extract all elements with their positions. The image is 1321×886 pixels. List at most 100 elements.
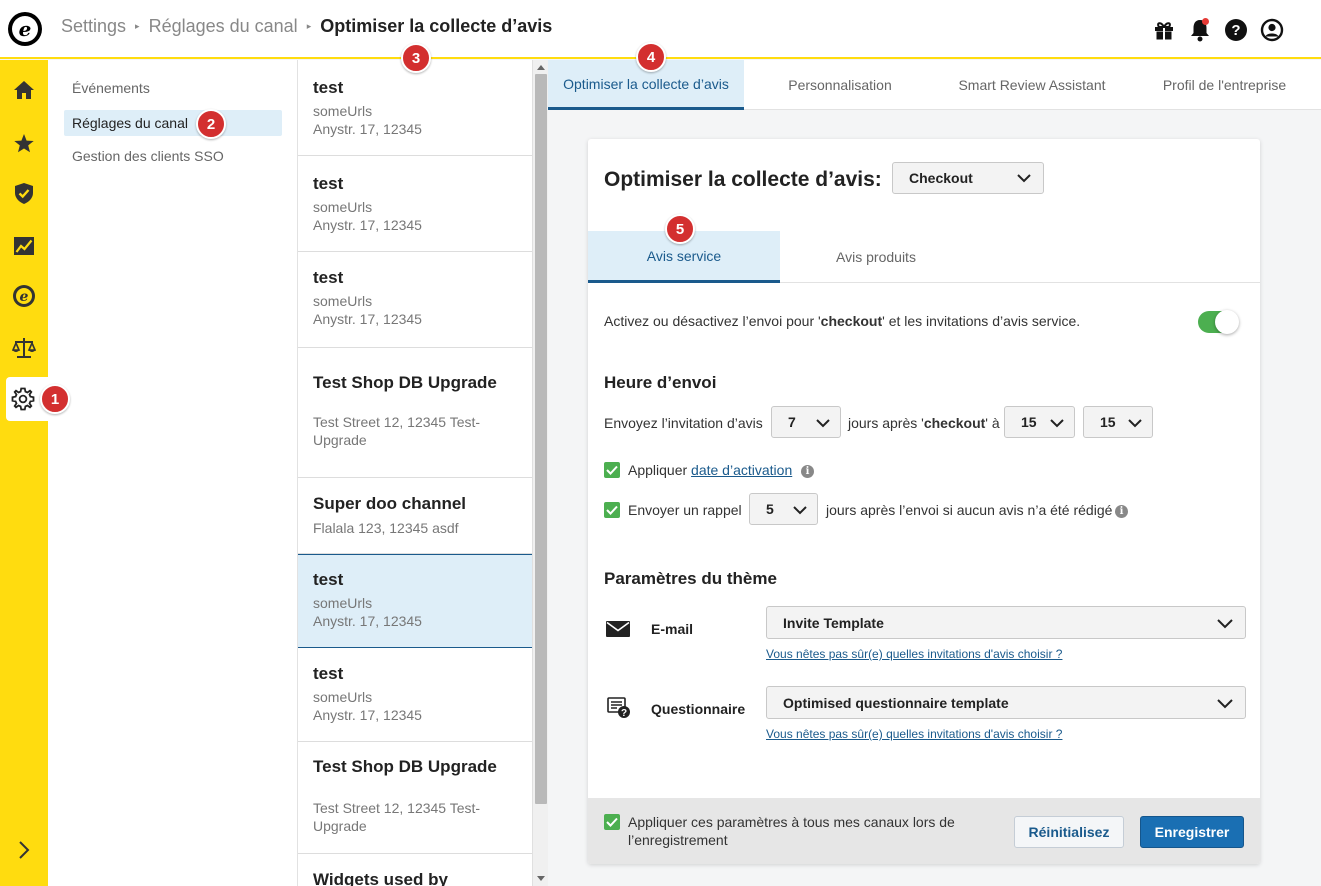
tab-product-reviews[interactable]: Avis produits [780,231,972,283]
svg-text:?: ? [621,708,627,719]
check-icon [606,505,618,515]
toggle-description: Activez ou désactivez l’envoi pour 'chec… [604,313,1080,329]
check-icon [606,817,618,827]
channel-name: test [313,78,344,97]
settings-card: Optimiser la collecte d’avis: Checkout A… [588,139,1260,864]
user-icon[interactable] [1259,17,1285,43]
subnav-item-sso-clients[interactable]: Gestion des clients SSO [64,143,282,169]
trusted-shops-logo[interactable]: e [8,11,42,46]
chevron-down-icon [793,506,807,515]
email-template-select[interactable]: Invite Template [766,606,1246,639]
step-badge-5: 5 [665,214,695,244]
channel-list-scrollbar[interactable] [532,60,548,886]
chevron-down-icon [1050,419,1064,428]
service-invite-toggle[interactable] [1198,310,1239,334]
breadcrumb-settings[interactable]: Settings [61,16,126,37]
scroll-thumb[interactable] [535,74,547,804]
channel-address: Anystr. 17, 12345 [313,121,422,137]
channel-name: test [313,664,344,683]
email-help-link[interactable]: Vous nêtes pas sûr(e) quelles invitation… [766,647,1062,661]
apply-activation-checkbox[interactable] [604,462,620,478]
chevron-right-icon[interactable] [0,828,48,872]
activation-date-link[interactable]: date d’activation [691,462,792,478]
channel-url: someUrls [313,199,373,215]
scroll-up-icon[interactable] [537,65,545,70]
hour-select[interactable]: 15 [1004,406,1075,438]
after-label: jours après 'checkout' à [848,415,1000,431]
channel-item[interactable]: test someUrls Anystr. 17, 12345 [298,156,532,252]
channel-name: Widgets used by [313,870,448,886]
reset-button[interactable]: Réinitialisez [1014,816,1124,848]
after-text-bold: checkout [923,415,986,431]
save-button[interactable]: Enregistrer [1140,816,1244,848]
days-select[interactable]: 7 [771,406,841,438]
chart-icon[interactable] [0,224,48,268]
channel-address-line2: Upgrade [313,432,367,448]
apply-activation-label: Appliquer date d’activation [628,462,792,478]
chevron-down-icon [1217,698,1233,708]
chevron-down-icon [1017,174,1031,183]
info-icon[interactable]: i [1115,505,1128,518]
scales-icon[interactable] [0,326,48,370]
channel-item[interactable]: test someUrls Anystr. 17, 12345 [298,648,532,742]
channel-item[interactable]: Test Shop DB Upgrade Test Street 12, 123… [298,742,532,854]
chevron-down-icon [816,419,830,428]
breadcrumb-channel-settings[interactable]: Réglages du canal [149,16,298,37]
reminder-days-value: 5 [766,501,774,517]
trusted-e-icon[interactable]: e [0,274,48,318]
envelope-icon [606,621,630,637]
bell-icon[interactable] [1187,17,1213,43]
after-text-pre: jours après ' [848,415,924,431]
reminder-days-select[interactable]: 5 [749,493,818,525]
event-type-select[interactable]: Checkout [892,162,1044,194]
check-icon [606,465,618,475]
channel-url: someUrls [313,689,373,705]
send-time-heading: Heure d’envoi [604,373,717,392]
apply-all-channels-label: Appliquer ces paramètres à tous mes cana… [628,813,955,849]
main-nav: e [0,60,48,886]
questionnaire-template-select[interactable]: Optimised questionnaire template [766,686,1246,719]
channel-address: Anystr. 17, 12345 [313,613,422,629]
apply-all-line1: Appliquer ces paramètres à tous mes cana… [628,814,955,830]
channel-item[interactable]: Widgets used by [298,854,532,886]
info-icon[interactable]: i [801,465,814,478]
questionnaire-template-value: Optimised questionnaire template [783,694,1009,711]
reminder-text: jours après l’envoi si aucun avis n’a ét… [826,502,1113,518]
notification-dot [1202,18,1209,25]
card-footer: Appliquer ces paramètres à tous mes cana… [588,798,1260,864]
help-icon[interactable]: ? [1223,17,1249,43]
channel-address: Anystr. 17, 12345 [313,707,422,723]
tab-personalisation[interactable]: Personnalisation [744,60,936,110]
gift-icon[interactable] [1151,17,1177,43]
subnav-item-channel-settings[interactable]: Réglages du canal [64,110,282,136]
questionnaire-label: Questionnaire [651,701,746,717]
after-text-post: ' à [985,415,1000,431]
chevron-down-icon [1128,419,1142,428]
star-icon[interactable] [0,121,48,165]
channel-address: Anystr. 17, 12345 [313,217,422,233]
channel-item[interactable]: Test Shop DB Upgrade Test Street 12, 123… [298,348,532,478]
channel-item-selected[interactable]: test someUrls Anystr. 17, 12345 [298,554,532,648]
shield-check-icon[interactable] [0,171,48,215]
tab-smart-review-assistant[interactable]: Smart Review Assistant [936,60,1128,110]
channel-item[interactable]: Super doo channel Flalala 123, 12345 asd… [298,478,532,554]
subnav-item-events[interactable]: Événements [64,75,282,101]
apply-all-channels-checkbox[interactable] [604,814,620,830]
home-icon[interactable] [0,68,48,112]
card-title: Optimiser la collecte d’avis: [604,168,882,191]
questionnaire-help-link[interactable]: Vous nêtes pas sûr(e) quelles invitation… [766,727,1062,741]
minute-select[interactable]: 15 [1083,406,1153,438]
channel-item[interactable]: test someUrls Anystr. 17, 12345 [298,252,532,348]
channel-name: Test Shop DB Upgrade [313,373,497,392]
tab-company-profile[interactable]: Profil de l'entreprise [1128,60,1321,110]
email-label: E-mail [651,621,694,637]
toggle-knob [1215,310,1239,334]
logo-letter: e [12,15,38,42]
scroll-down-icon[interactable] [537,876,545,881]
settings-tabs: Optimiser la collecte d’avis Personnalis… [548,60,1321,110]
svg-text:?: ? [1231,22,1240,39]
channel-item[interactable]: test someUrls Anystr. 17, 12345 [298,60,532,156]
reminder-checkbox[interactable] [604,502,620,518]
step-badge-1: 1 [40,384,70,414]
breadcrumb-current: Optimiser la collecte d’avis [320,16,553,36]
